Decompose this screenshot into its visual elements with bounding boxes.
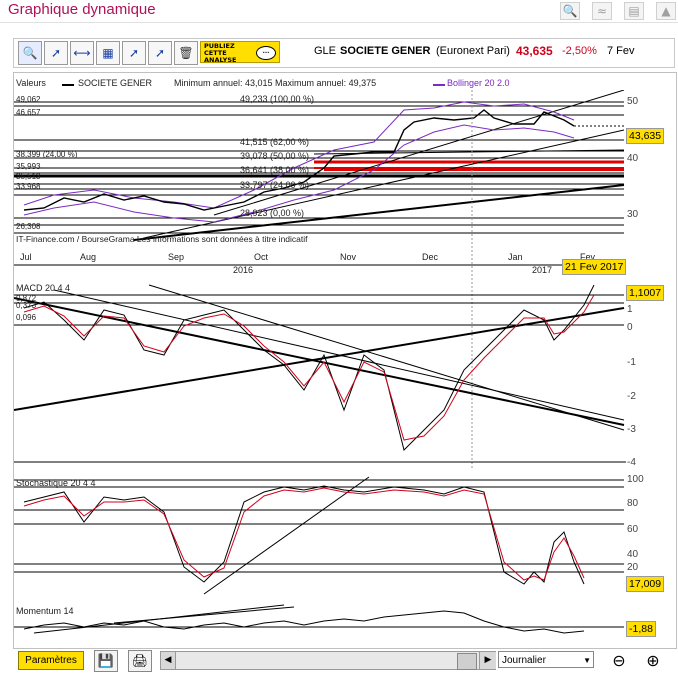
- chevron-down-icon: ▼: [583, 656, 591, 665]
- macd-axis-1: 1: [627, 304, 633, 315]
- macd-axis-0: 0: [627, 322, 633, 333]
- stoch-value-box: 17,009: [626, 576, 665, 592]
- stoch-title: Stochastique 20 4 4: [16, 478, 96, 488]
- macd-axis-m4: -4: [627, 457, 636, 468]
- speech-bubble-icon: ...: [256, 46, 276, 60]
- year-2016: 2016: [233, 265, 254, 275]
- fib-24: 33,797 (24,00 %): [240, 180, 310, 190]
- chart-icon[interactable]: ≈: [592, 2, 612, 20]
- momentum-value-box: -1,88: [626, 621, 656, 637]
- ticker: GLE: [314, 45, 337, 57]
- trash-icon[interactable]: 🗑: [174, 41, 198, 65]
- stoch-axis-60: 60: [627, 524, 639, 535]
- price-box: 43,635: [626, 128, 665, 144]
- series-legend-line: [62, 84, 74, 86]
- fib-38: 36,641 (38,00 %): [240, 165, 310, 175]
- table-icon[interactable]: ▤: [624, 2, 644, 20]
- macd-axis-m1: -1: [627, 357, 636, 368]
- publish-analysis-button[interactable]: PUBLIEZ CETTE ANALYSE ...: [200, 41, 280, 64]
- scroll-thumb[interactable]: [457, 653, 477, 670]
- scroll-right-icon[interactable]: ▶: [479, 652, 496, 669]
- left-level-2: 46,657: [16, 108, 41, 117]
- search-icon[interactable]: 🔍: [560, 2, 580, 20]
- stoch-axis-80: 80: [627, 498, 639, 509]
- fib-62: 41,515 (62,00 %): [240, 137, 310, 147]
- axis-main-50: 50: [627, 96, 639, 107]
- parallel-tool-icon[interactable]: ➚: [148, 41, 172, 65]
- change: -2,50%: [562, 45, 597, 57]
- title-divider: [0, 22, 678, 23]
- fib-0: 28,923 (0,00 %): [240, 208, 305, 218]
- horizontal-line-icon[interactable]: ⟷: [70, 41, 94, 65]
- main-chart-svg: [14, 90, 626, 470]
- print-icon[interactable]: 🖨: [128, 650, 152, 672]
- scroll-left-icon[interactable]: ◀: [161, 652, 176, 669]
- channel-tool-icon[interactable]: ➚: [122, 41, 146, 65]
- macd-value-box: 1,1007: [626, 285, 665, 301]
- left-level-7: 26,308: [16, 222, 41, 231]
- app-title: Graphique dynamique: [8, 1, 156, 18]
- stoch-axis-40: 40: [627, 549, 639, 560]
- month-sep: Sep: [168, 252, 185, 262]
- trendline-tool-icon[interactable]: ➚: [44, 41, 68, 65]
- quote-date: 7 Fev: [607, 45, 635, 57]
- up-icon[interactable]: ▲: [656, 2, 676, 20]
- month-jul: Jul: [20, 252, 32, 262]
- macd-left-3: 0,096: [16, 313, 37, 322]
- month-oct: Oct: [254, 252, 269, 262]
- bollinger-legend-line: [433, 84, 445, 86]
- month-aug: Aug: [80, 252, 97, 262]
- values-label: Valeurs: [16, 78, 46, 88]
- company-name: SOCIETE GENER: [340, 45, 431, 57]
- source-text: IT-Finance.com / BourseGrama Les informa…: [16, 234, 308, 244]
- horizontal-scrollbar[interactable]: ◀ ▶: [160, 651, 496, 670]
- save-icon[interactable]: 💾: [94, 650, 118, 672]
- left-level-3: 38,399 (24,00 %): [16, 150, 78, 159]
- left-level-6: 33,968: [16, 182, 41, 191]
- fib-100: 49,233 (100,00 %): [240, 94, 315, 104]
- fib-50: 39,078 (50,00 %): [240, 151, 310, 161]
- cursor-date-box: 21 Fev 2017: [562, 259, 627, 275]
- axis-main-40: 40: [627, 153, 639, 164]
- macd-title: MACD 20 4 4: [16, 283, 71, 293]
- min-max: Minimum annuel: 43,015 Maximum annuel: 4…: [174, 78, 377, 88]
- left-level-5: 35,513: [16, 172, 41, 181]
- fibonacci-tool-icon[interactable]: ▦: [96, 41, 120, 65]
- month-dec: Dec: [422, 252, 439, 262]
- momentum-svg: [14, 604, 624, 634]
- momentum-title: Momentum 14: [16, 606, 74, 616]
- stoch-axis-100: 100: [627, 474, 644, 485]
- parameters-button[interactable]: Paramètres: [18, 651, 84, 670]
- month-nov: Nov: [340, 252, 357, 262]
- left-level-4: 35,993: [16, 162, 41, 171]
- zoom-out-icon[interactable]: ⊖: [608, 650, 630, 670]
- bollinger-label: Bollinger 20 2.0: [447, 78, 510, 88]
- month-jan: Jan: [508, 252, 523, 262]
- year-2017: 2017: [532, 265, 553, 275]
- axis-main-30: 30: [627, 209, 639, 220]
- stoch-svg: [14, 476, 624, 595]
- zoom-tool-icon[interactable]: 🔍: [18, 41, 42, 65]
- macd-axis-m2: -2: [627, 391, 636, 402]
- period-value: Journalier: [502, 655, 546, 666]
- market-name: (Euronext Pari): [436, 45, 510, 57]
- macd-left-2: 0,373: [16, 301, 37, 310]
- stoch-axis-20: 20: [627, 562, 639, 573]
- period-select[interactable]: Journalier ▼: [498, 651, 594, 668]
- macd-axis-m3: -3: [627, 424, 636, 435]
- price: 43,635: [516, 44, 553, 58]
- left-level-1: 49,062: [16, 95, 41, 104]
- zoom-in-icon[interactable]: ⊕: [642, 650, 664, 670]
- series-name: SOCIETE GENER: [78, 78, 153, 88]
